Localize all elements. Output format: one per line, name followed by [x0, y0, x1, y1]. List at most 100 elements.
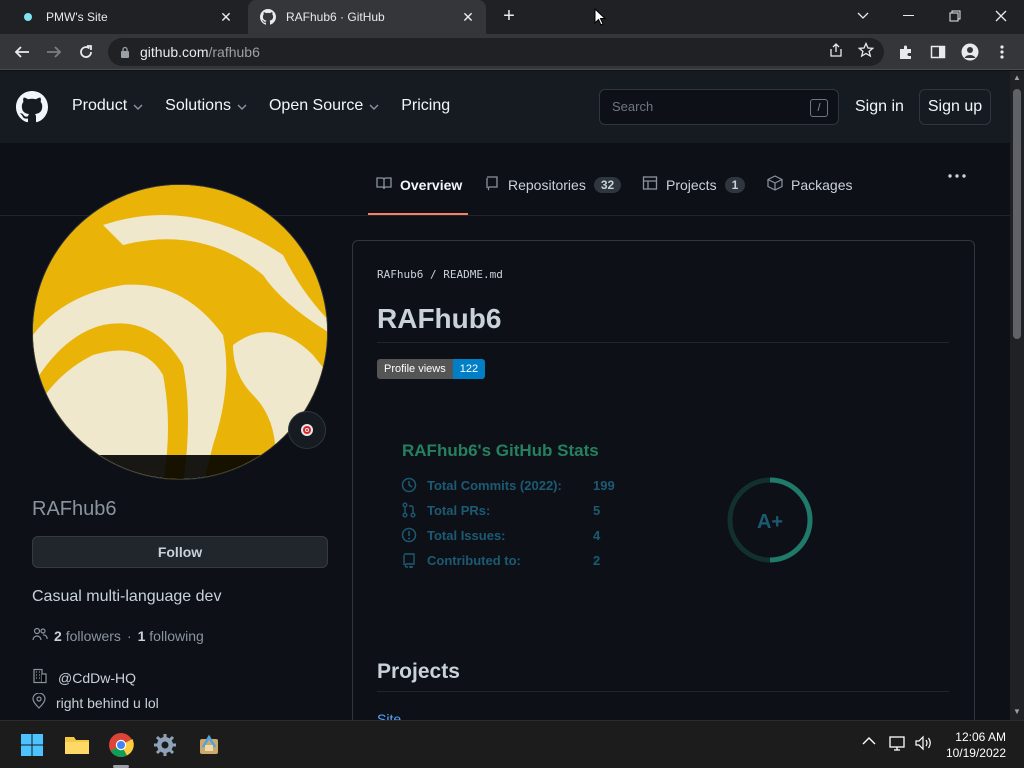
tab-projects[interactable]: Projects 1 [642, 175, 746, 194]
scrollbar-thumb[interactable] [1013, 89, 1021, 339]
close-window-button[interactable] [985, 4, 1017, 28]
forward-arrow-icon[interactable] [42, 40, 66, 64]
close-tab-icon[interactable]: ✕ [458, 7, 478, 27]
settings-gear-icon[interactable] [149, 729, 181, 761]
readme-title: RAFhub6 [377, 303, 502, 334]
bookmark-star-icon[interactable] [857, 41, 875, 63]
chrome-icon[interactable] [105, 729, 137, 761]
page-scrollbar[interactable]: ▲ ▼ [1010, 71, 1024, 720]
reload-icon[interactable] [74, 40, 98, 64]
stat-prs: Total PRs: 5 [401, 502, 600, 518]
app-shortcut-icon[interactable] [193, 729, 225, 761]
extensions-icon[interactable] [894, 40, 918, 64]
divider [377, 691, 949, 692]
tab-title: RAFhub6 · GitHub [286, 10, 385, 24]
search-placeholder: Search [612, 99, 654, 114]
crumb-file: README.md [443, 268, 503, 281]
file-explorer-icon[interactable] [61, 729, 93, 761]
address-bar[interactable]: github.com/rafhub6 [108, 38, 884, 66]
chevron-down-icon [237, 97, 247, 115]
windows-taskbar: 12:06 AM 10/19/2022 [0, 720, 1024, 768]
avatar[interactable] [32, 184, 328, 480]
nav-product[interactable]: Product [72, 97, 143, 115]
profile-bio: Casual multi-language dev [32, 588, 222, 605]
back-arrow-icon[interactable] [10, 40, 34, 64]
scroll-down-icon[interactable]: ▼ [1012, 707, 1022, 717]
separator-dot: · [126, 627, 132, 644]
restore-button[interactable] [939, 4, 971, 28]
clock-date: 10/19/2022 [945, 746, 1006, 760]
side-panel-icon[interactable] [926, 40, 950, 64]
crumb-user-link[interactable]: RAFhub6 [377, 268, 423, 281]
mouse-cursor-icon [594, 7, 607, 31]
main-nav: Product Solutions Open Source Pricing [72, 97, 450, 115]
browser-tab-github[interactable]: RAFhub6 · GitHub ✕ [248, 0, 486, 34]
volume-icon[interactable] [914, 735, 934, 754]
chevron-up-icon[interactable] [862, 735, 876, 749]
close-tab-icon[interactable]: ✕ [216, 7, 236, 27]
clock-time: 12:06 AM [955, 730, 1006, 744]
chevron-down-icon [133, 97, 143, 115]
issue-icon [401, 527, 417, 543]
scroll-up-icon[interactable]: ▲ [1012, 73, 1022, 83]
lock-icon[interactable] [120, 46, 132, 58]
search-input[interactable]: Search / [599, 89, 839, 125]
stat-contributed: Contributed to: 2 [401, 552, 600, 568]
tab-repositories[interactable]: Repositories 32 [484, 175, 622, 194]
organization-icon [32, 668, 48, 687]
clock-icon [401, 477, 417, 493]
grade-ring: A+ [725, 475, 815, 565]
github-header: Product Solutions Open Source Pricing Se… [0, 71, 1010, 143]
tab-search-icon[interactable] [847, 4, 879, 28]
nav-open-source[interactable]: Open Source [269, 97, 379, 115]
divider [377, 342, 949, 343]
profile-views-badge: Profile views 122 [377, 359, 486, 379]
organization-item: @CdDw-HQ [32, 668, 136, 687]
new-tab-button[interactable]: + [498, 6, 520, 28]
browser-toolbar: github.com/rafhub6 [0, 34, 1024, 70]
more-menu-icon[interactable] [990, 40, 1014, 64]
url-text: github.com/rafhub6 [140, 44, 260, 60]
profile-username: RAFhub6 [32, 498, 117, 520]
repo-icon [401, 552, 417, 568]
package-icon [767, 175, 783, 194]
followers-link[interactable]: 2 followers [54, 628, 121, 644]
projects-count: 1 [724, 176, 746, 193]
github-stats-card: RAFhub6's GitHub Stats Total Commits (20… [377, 411, 817, 591]
browser-tab-pmw[interactable]: PMW's Site ✕ [8, 0, 244, 34]
tab-overview[interactable]: Overview [376, 175, 462, 194]
people-icon [32, 627, 48, 644]
book-icon [376, 175, 392, 194]
repo-icon [484, 175, 500, 194]
sign-in-link[interactable]: Sign in [855, 98, 904, 116]
organization-link[interactable]: @CdDw-HQ [58, 670, 136, 686]
nav-pricing[interactable]: Pricing [401, 97, 450, 115]
tab-packages[interactable]: Packages [767, 175, 852, 194]
following-link[interactable]: 1 following [138, 628, 204, 644]
location-pin-icon [32, 692, 46, 712]
search-shortcut-key: / [810, 99, 828, 117]
follow-stats: 2 followers · 1 following [32, 627, 204, 644]
chevron-down-icon [369, 97, 379, 115]
github-icon [260, 9, 276, 25]
readme-card: RAFhub6 / README.md RAFhub6 Profile view… [352, 240, 975, 740]
readme-breadcrumb: RAFhub6 / README.md [377, 268, 503, 281]
status-target-icon[interactable] [288, 411, 326, 449]
tab-title: PMW's Site [46, 10, 108, 24]
minimize-button[interactable] [893, 4, 925, 28]
location-text: right behind u lol [56, 694, 159, 711]
stat-issues: Total Issues: 4 [401, 527, 600, 543]
stat-commits: Total Commits (2022): 199 [401, 477, 615, 493]
github-logo-icon[interactable] [16, 91, 48, 123]
grade-text: A+ [757, 511, 783, 533]
display-icon[interactable] [889, 735, 907, 754]
more-options-icon[interactable] [947, 162, 967, 183]
profile-icon[interactable] [958, 40, 982, 64]
system-clock[interactable]: 12:06 AM 10/19/2022 [942, 729, 1006, 761]
windows-start-icon[interactable] [16, 729, 48, 761]
nav-solutions[interactable]: Solutions [165, 97, 247, 115]
share-icon[interactable] [828, 42, 844, 63]
follow-button[interactable]: Follow [32, 536, 328, 568]
sign-up-button[interactable]: Sign up [919, 89, 991, 125]
table-icon [642, 175, 658, 194]
